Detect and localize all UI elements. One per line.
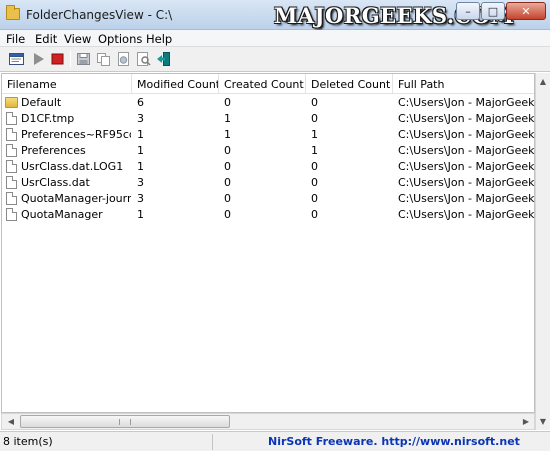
cell-created-count: 0 [224, 192, 231, 205]
table-row[interactable]: Default 6 0 0 C:\Users\Jon - MajorGeeks\… [2, 95, 534, 111]
cell-filename: Preferences~RF95cc8... [21, 128, 131, 141]
window-title: FolderChangesView - C:\ [26, 8, 173, 22]
scroll-up-icon[interactable]: ▲ [536, 74, 550, 88]
cell-modified-count: 3 [137, 112, 144, 125]
cell-filename: UsrClass.dat.LOG1 [21, 160, 124, 173]
file-icon [6, 176, 17, 189]
toolbar-separator [70, 51, 71, 67]
cell-deleted-count: 0 [311, 192, 318, 205]
app-folder-icon [6, 5, 20, 20]
close-button[interactable]: ✕ [506, 2, 546, 20]
horizontal-scrollbar[interactable]: ◀ ▶ [1, 413, 535, 430]
folder-icon [5, 97, 18, 108]
cell-modified-count: 1 [137, 208, 144, 221]
table-row[interactable]: QuotaManager 1 0 0 C:\Users\Jon - MajorG… [2, 207, 534, 223]
table-row[interactable]: D1CF.tmp 3 1 0 C:\Users\Jon - MajorGeeks… [2, 111, 534, 127]
cell-deleted-count: 0 [311, 96, 318, 109]
cell-full-path: C:\Users\Jon - MajorGeeks\App [398, 176, 534, 189]
cell-created-count: 1 [224, 112, 231, 125]
html-report-icon[interactable] [116, 52, 131, 66]
menu-bar: File Edit View Options Help [0, 30, 550, 47]
save-icon[interactable] [76, 52, 91, 66]
file-icon [6, 128, 17, 141]
menu-edit[interactable]: Edit [35, 32, 57, 46]
cell-full-path: C:\Users\Jon - MajorGeeks\App [398, 128, 534, 141]
column-header-full-path[interactable]: Full Path [393, 74, 534, 94]
cell-created-count: 0 [224, 144, 231, 157]
cell-deleted-count: 0 [311, 160, 318, 173]
cell-modified-count: 6 [137, 96, 144, 109]
cell-filename: Preferences [21, 144, 86, 157]
nirsoft-link[interactable]: NirSoft Freeware. http://www.nirsoft.net [268, 435, 520, 448]
cell-deleted-count: 0 [311, 208, 318, 221]
cell-modified-count: 1 [137, 128, 144, 141]
cell-modified-count: 3 [137, 192, 144, 205]
file-icon [6, 208, 17, 221]
cell-modified-count: 1 [137, 144, 144, 157]
toolbar [0, 47, 550, 72]
horizontal-scroll-thumb[interactable] [20, 415, 230, 428]
cell-deleted-count: 0 [311, 176, 318, 189]
cell-modified-count: 1 [137, 160, 144, 173]
menu-file[interactable]: File [6, 32, 25, 46]
column-header-filename[interactable]: Filename [2, 74, 132, 94]
file-icon [6, 144, 17, 157]
vertical-scrollbar[interactable]: ▲ ▼ [535, 73, 550, 430]
cell-modified-count: 3 [137, 176, 144, 189]
cell-full-path: C:\Users\Jon - MajorGeeks\App [398, 96, 534, 109]
cell-created-count: 0 [224, 208, 231, 221]
cell-created-count: 0 [224, 176, 231, 189]
scroll-right-icon[interactable]: ▶ [518, 414, 534, 429]
menu-options[interactable]: Options [98, 32, 142, 46]
column-header-modified-count[interactable]: Modified Count [132, 74, 219, 94]
cell-full-path: C:\Users\Jon - MajorGeeks\App [398, 208, 534, 221]
table-row[interactable]: QuotaManager-journal 3 0 0 C:\Users\Jon … [2, 191, 534, 207]
cell-full-path: C:\Users\Jon - MajorGeeks\App [398, 112, 534, 125]
status-bar: 8 item(s) NirSoft Freeware. http://www.n… [0, 431, 550, 451]
status-separator [212, 434, 213, 450]
table-row[interactable]: Preferences 1 0 1 C:\Users\Jon - MajorGe… [2, 143, 534, 159]
scroll-grip-icon [119, 419, 131, 425]
file-list[interactable]: Filename Modified Count Created Count De… [1, 73, 535, 413]
menu-view[interactable]: View [64, 32, 91, 46]
column-header-created-count[interactable]: Created Count [219, 74, 306, 94]
file-icon [6, 112, 17, 125]
column-header-deleted-count[interactable]: Deleted Count [306, 74, 393, 94]
cell-full-path: C:\Users\Jon - MajorGeeks\App [398, 192, 534, 205]
table-row[interactable]: UsrClass.dat.LOG1 1 0 0 C:\Users\Jon - M… [2, 159, 534, 175]
file-icon [6, 160, 17, 173]
cell-filename: QuotaManager-journal [21, 192, 131, 205]
file-icon [6, 192, 17, 205]
properties-icon[interactable] [136, 52, 151, 66]
cell-deleted-count: 0 [311, 112, 318, 125]
select-folder-icon[interactable] [9, 52, 24, 66]
cell-created-count: 1 [224, 128, 231, 141]
cell-full-path: C:\Users\Jon - MajorGeeks\App [398, 144, 534, 157]
cell-created-count: 0 [224, 160, 231, 173]
cell-filename: UsrClass.dat [21, 176, 90, 189]
stop-icon[interactable] [50, 52, 65, 66]
cell-full-path: C:\Users\Jon - MajorGeeks\App [398, 160, 534, 173]
cell-filename: D1CF.tmp [21, 112, 75, 125]
start-icon[interactable] [31, 52, 46, 66]
cell-deleted-count: 1 [311, 128, 318, 141]
scroll-down-icon[interactable]: ▼ [536, 414, 550, 428]
scroll-left-icon[interactable]: ◀ [3, 414, 19, 429]
table-row[interactable]: UsrClass.dat 3 0 0 C:\Users\Jon - MajorG… [2, 175, 534, 191]
cell-deleted-count: 1 [311, 144, 318, 157]
table-row[interactable]: Preferences~RF95cc8... 1 1 1 C:\Users\Jo… [2, 127, 534, 143]
cell-filename: QuotaManager [21, 208, 103, 221]
menu-help[interactable]: Help [146, 32, 172, 46]
item-count: 8 item(s) [3, 435, 53, 448]
maximize-button[interactable]: □ [481, 2, 505, 20]
cell-created-count: 0 [224, 96, 231, 109]
minimize-button[interactable]: – [456, 2, 480, 20]
cell-filename: Default [21, 96, 62, 109]
title-bar: FolderChangesView - C:\ MAJORGEEKS.COM –… [0, 0, 550, 30]
copy-icon[interactable] [96, 52, 111, 66]
exit-icon[interactable] [156, 52, 171, 66]
